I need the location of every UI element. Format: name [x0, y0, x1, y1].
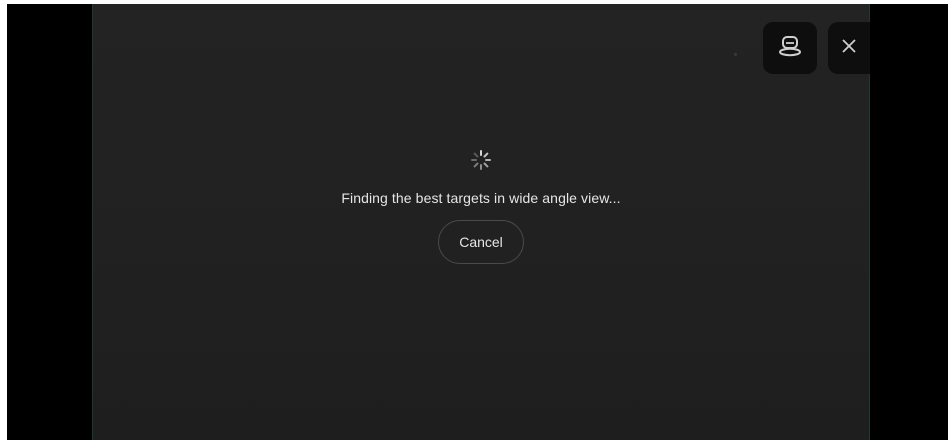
viewport-speck	[734, 53, 737, 56]
close-button[interactable]	[828, 22, 870, 74]
camera-lens-icon	[777, 34, 803, 63]
cancel-button[interactable]: Cancel	[438, 220, 524, 264]
close-icon	[841, 38, 857, 59]
screen: Finding the best targets in wide angle v…	[0, 0, 948, 440]
camera-switch-button[interactable]	[763, 22, 817, 74]
loading-panel: Finding the best targets in wide angle v…	[92, 148, 870, 264]
spinner-icon	[469, 148, 493, 172]
loading-message: Finding the best targets in wide angle v…	[341, 190, 621, 206]
